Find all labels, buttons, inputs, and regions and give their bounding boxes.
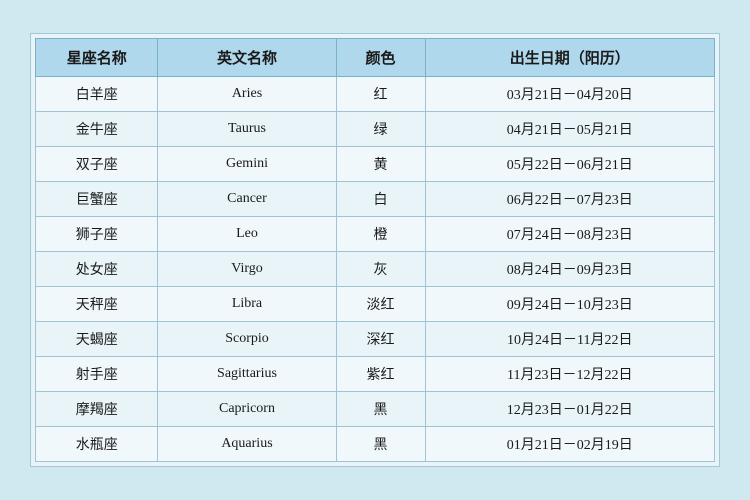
table-row: 巨蟹座Cancer白06月22日－07月23日 [36,182,715,217]
cell-date: 08月24日－09月23日 [425,252,714,287]
cell-en: Libra [158,287,336,322]
cell-date: 03月21日－04月20日 [425,77,714,112]
cell-date: 10月24日－11月22日 [425,322,714,357]
cell-en: Cancer [158,182,336,217]
cell-color: 黄 [336,147,425,182]
table-row: 白羊座Aries红03月21日－04月20日 [36,77,715,112]
cell-cn: 天蝎座 [36,322,158,357]
header-color: 颜色 [336,39,425,77]
table-row: 摩羯座Capricorn黑12月23日－01月22日 [36,392,715,427]
cell-en: Aquarius [158,427,336,462]
cell-date: 09月24日－10月23日 [425,287,714,322]
cell-date: 12月23日－01月22日 [425,392,714,427]
cell-color: 黑 [336,427,425,462]
cell-en: Scorpio [158,322,336,357]
table-row: 处女座Virgo灰08月24日－09月23日 [36,252,715,287]
header-en: 英文名称 [158,39,336,77]
table-row: 天蝎座Scorpio深红10月24日－11月22日 [36,322,715,357]
cell-en: Aries [158,77,336,112]
zodiac-table: 星座名称 英文名称 颜色 出生日期（阳历） 白羊座Aries红03月21日－04… [35,38,715,462]
table-row: 狮子座Leo橙07月24日－08月23日 [36,217,715,252]
table-row: 射手座Sagittarius紫红11月23日－12月22日 [36,357,715,392]
cell-color: 橙 [336,217,425,252]
cell-cn: 处女座 [36,252,158,287]
cell-cn: 水瓶座 [36,427,158,462]
cell-en: Taurus [158,112,336,147]
cell-color: 深红 [336,322,425,357]
cell-en: Capricorn [158,392,336,427]
cell-color: 灰 [336,252,425,287]
cell-color: 白 [336,182,425,217]
cell-date: 11月23日－12月22日 [425,357,714,392]
header-date: 出生日期（阳历） [425,39,714,77]
cell-cn: 天秤座 [36,287,158,322]
table-header-row: 星座名称 英文名称 颜色 出生日期（阳历） [36,39,715,77]
cell-color: 绿 [336,112,425,147]
cell-cn: 双子座 [36,147,158,182]
cell-cn: 摩羯座 [36,392,158,427]
zodiac-table-container: 星座名称 英文名称 颜色 出生日期（阳历） 白羊座Aries红03月21日－04… [30,33,720,467]
cell-date: 07月24日－08月23日 [425,217,714,252]
header-cn: 星座名称 [36,39,158,77]
table-row: 水瓶座Aquarius黑01月21日－02月19日 [36,427,715,462]
table-row: 金牛座Taurus绿04月21日－05月21日 [36,112,715,147]
cell-date: 05月22日－06月21日 [425,147,714,182]
cell-date: 01月21日－02月19日 [425,427,714,462]
cell-en: Sagittarius [158,357,336,392]
table-row: 天秤座Libra淡红09月24日－10月23日 [36,287,715,322]
cell-color: 淡红 [336,287,425,322]
cell-cn: 巨蟹座 [36,182,158,217]
table-row: 双子座Gemini黄05月22日－06月21日 [36,147,715,182]
cell-cn: 金牛座 [36,112,158,147]
cell-date: 04月21日－05月21日 [425,112,714,147]
cell-color: 紫红 [336,357,425,392]
cell-cn: 狮子座 [36,217,158,252]
cell-en: Leo [158,217,336,252]
cell-color: 红 [336,77,425,112]
cell-cn: 白羊座 [36,77,158,112]
cell-en: Virgo [158,252,336,287]
cell-color: 黑 [336,392,425,427]
cell-cn: 射手座 [36,357,158,392]
cell-date: 06月22日－07月23日 [425,182,714,217]
cell-en: Gemini [158,147,336,182]
